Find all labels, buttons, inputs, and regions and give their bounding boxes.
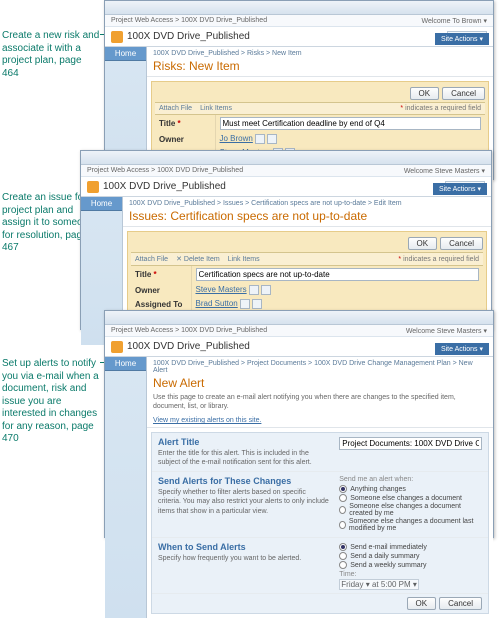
ok-button[interactable]: OK (408, 237, 438, 250)
callout-alert: Set up alerts to notify you via e-mail w… (2, 358, 100, 446)
cancel-button[interactable]: Cancel (439, 597, 482, 610)
time-label: Time: (339, 571, 482, 578)
link-items-link[interactable]: Link Items (228, 256, 260, 263)
window-issues: Project Web Access > 100X DVD Drive_Publ… (80, 150, 492, 330)
page-breadcrumb: 100X DVD Drive_Published > Risks > New I… (153, 50, 487, 57)
time-select[interactable]: Friday ▾ at 5:00 PM ▾ (339, 579, 419, 590)
send-when-label: Send me an alert when: (339, 476, 482, 483)
titlebar (81, 151, 491, 165)
opt-someone-created[interactable]: Someone else changes a document created … (339, 503, 482, 517)
alert-title-desc: Enter the title for this alert. This is … (158, 449, 329, 467)
form-toolbar: Attach File ✕ Delete Item Link Items * i… (131, 252, 483, 266)
ok-button[interactable]: OK (407, 597, 437, 610)
attach-file-link[interactable]: Attach File (159, 105, 192, 112)
left-nav: Home (105, 357, 147, 618)
required-note: * indicates a required field (400, 105, 481, 112)
label-assigned: Assigned To (131, 297, 191, 311)
site-title: 100X DVD Drive_Published (127, 31, 447, 42)
page-title: Issues: Certification specs are not up-t… (129, 209, 485, 223)
opt-immediate[interactable]: Send e-mail immediately (339, 543, 482, 551)
pwa-crumb: Project Web Access > 100X DVD Drive_Publ… (87, 167, 243, 174)
welcome-menu[interactable]: Welcome To Brown ▾ (421, 17, 487, 25)
home-tab[interactable]: Home (81, 197, 122, 211)
page-breadcrumb: 100X DVD Drive_Published > Issues > Cert… (129, 200, 485, 207)
site-actions-menu[interactable]: Site Actions ▾ (435, 343, 489, 355)
page-breadcrumb: 100X DVD Drive_Published > Project Docum… (153, 360, 487, 374)
home-tab[interactable]: Home (105, 357, 146, 371)
check-names-icon[interactable] (255, 134, 265, 144)
opt-someone-doc[interactable]: Someone else changes a document (339, 494, 482, 502)
page-title: New Alert (153, 376, 487, 390)
attach-file-link[interactable]: Attach File (135, 256, 168, 263)
titlebar (105, 1, 493, 15)
check-names-icon[interactable] (249, 285, 259, 295)
welcome-menu[interactable]: Welcome Steve Masters ▾ (404, 167, 485, 175)
browse-icon[interactable] (261, 285, 271, 295)
label-owner: Owner (155, 132, 215, 146)
page-title: Risks: New Item (153, 59, 487, 73)
when-send-heading: When to Send Alerts (158, 542, 329, 552)
site-header: 100X DVD Drive_Published This List ▾ (81, 177, 491, 197)
link-items-link[interactable]: Link Items (200, 105, 232, 112)
titlebar (105, 311, 493, 325)
label-title: Title (159, 119, 175, 128)
required-note: * indicates a required field (398, 256, 479, 263)
alert-title-input[interactable] (339, 437, 482, 450)
pwa-crumb: Project Web Access > 100X DVD Drive_Publ… (111, 17, 267, 24)
callout-risk: Create a new risk and associate it with … (2, 30, 100, 80)
label-title: Title (135, 270, 151, 279)
existing-alerts-link[interactable]: View my existing alerts on this site. (153, 417, 261, 424)
check-names-icon[interactable] (240, 299, 250, 309)
owner-value[interactable]: Jo Brown (220, 134, 253, 143)
alert-title-heading: Alert Title (158, 437, 329, 447)
welcome-menu[interactable]: Welcome Steve Masters ▾ (406, 327, 487, 335)
opt-daily[interactable]: Send a daily summary (339, 552, 482, 560)
home-tab[interactable]: Home (105, 47, 146, 61)
opt-weekly[interactable]: Send a weekly summary (339, 561, 482, 569)
site-logo-icon (111, 31, 123, 43)
title-input[interactable] (196, 268, 480, 281)
delete-item-link[interactable]: ✕ Delete Item (176, 255, 220, 263)
form-toolbar: Attach File Link Items * indicates a req… (155, 102, 485, 115)
opt-someone-modified[interactable]: Someone else changes a document last mod… (339, 518, 482, 532)
page-intro: Use this page to create an e-mail alert … (153, 393, 487, 411)
top-crumb: Project Web Access > 100X DVD Drive_Publ… (105, 325, 493, 337)
browse-icon[interactable] (267, 134, 277, 144)
when-send-desc: Specify how frequently you want to be al… (158, 554, 329, 563)
send-changes-heading: Send Alerts for These Changes (158, 476, 329, 486)
owner-value[interactable]: Steve Masters (196, 285, 247, 294)
site-logo-icon (111, 341, 123, 353)
opt-anything[interactable]: Anything changes (339, 485, 482, 493)
ok-button[interactable]: OK (410, 87, 440, 100)
site-title: 100X DVD Drive_Published (103, 181, 445, 192)
cancel-button[interactable]: Cancel (440, 237, 483, 250)
assigned-value[interactable]: Brad Sutton (196, 299, 238, 308)
alert-form: Alert Title Enter the title for this ale… (151, 432, 489, 614)
site-actions-menu[interactable]: Site Actions ▾ (433, 183, 487, 195)
top-crumb: Project Web Access > 100X DVD Drive_Publ… (105, 15, 493, 27)
browse-icon[interactable] (252, 299, 262, 309)
label-owner: Owner (131, 283, 191, 297)
title-input[interactable] (220, 117, 482, 130)
site-title: 100X DVD Drive_Published (127, 341, 487, 352)
pwa-crumb: Project Web Access > 100X DVD Drive_Publ… (111, 327, 267, 334)
cancel-button[interactable]: Cancel (442, 87, 485, 100)
site-logo-icon (87, 181, 99, 193)
window-alert: Project Web Access > 100X DVD Drive_Publ… (104, 310, 494, 538)
top-crumb: Project Web Access > 100X DVD Drive_Publ… (81, 165, 491, 177)
send-changes-desc: Specify whether to filter alerts based o… (158, 488, 329, 515)
site-actions-menu[interactable]: Site Actions ▾ (435, 33, 489, 45)
